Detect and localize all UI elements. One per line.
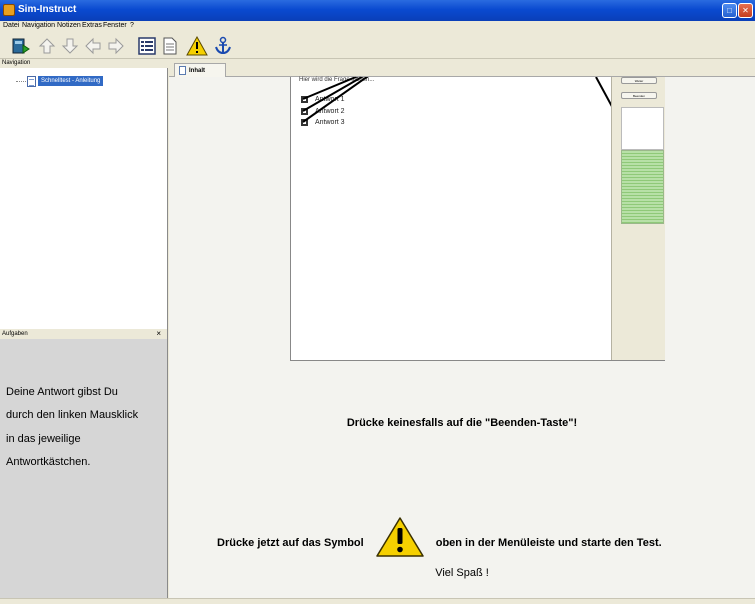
maximize-icon[interactable]: □ xyxy=(722,3,737,18)
tab-inhalt[interactable]: Inhalt xyxy=(174,63,226,77)
list-icon[interactable] xyxy=(136,35,158,57)
document-icon xyxy=(27,76,36,87)
preview-weiter-button: Weiter xyxy=(621,77,657,84)
navigation-pane: Navigation Schnelltest - Anleitung xyxy=(0,59,168,329)
menu-notizen[interactable]: Notizen xyxy=(57,22,81,29)
aufgaben-header: Aufgaben × xyxy=(0,329,168,339)
arrow-down-icon[interactable] xyxy=(59,35,81,57)
anchor-icon[interactable] xyxy=(212,35,234,57)
tree-item-schnelltest[interactable]: Schnelltest - Anleitung xyxy=(38,76,104,86)
menu-fenster[interactable]: Fenster xyxy=(103,22,127,29)
app-icon xyxy=(3,4,15,16)
start-instruction: Drücke jetzt auf das Symbol oben in der … xyxy=(217,517,662,557)
task-text-line: in das jeweilige xyxy=(6,433,81,445)
tree-connector xyxy=(16,81,26,82)
warning-message: Drücke keinesfalls auf die "Beenden-Tast… xyxy=(346,417,578,429)
navigation-tree: Schnelltest - Anleitung xyxy=(0,68,167,329)
book-exit-icon[interactable] xyxy=(10,35,32,57)
arrow-right-icon[interactable] xyxy=(105,35,127,57)
pointer-lines xyxy=(302,77,642,161)
preview-blank-panel xyxy=(621,107,664,150)
arrow-left-icon[interactable] xyxy=(82,35,104,57)
title-bar: Sim-Instruct □ ✕ xyxy=(0,0,755,21)
instruction-text-before: Drücke jetzt auf das Symbol xyxy=(217,537,364,549)
tab-label: Inhalt xyxy=(189,67,205,74)
aufgaben-title: Aufgaben xyxy=(2,331,28,337)
preview-screenshot: Hier wird die Frage stehen... Antwort 1 … xyxy=(290,77,665,361)
menu-navigation[interactable]: Navigation xyxy=(22,22,55,29)
warning-icon[interactable] xyxy=(186,35,208,57)
toolbar xyxy=(0,33,755,59)
window-title: Sim-Instruct xyxy=(18,4,77,15)
close-icon[interactable]: × xyxy=(156,329,161,339)
warning-icon xyxy=(375,517,424,557)
tab-strip: Inhalt xyxy=(169,59,755,77)
arrow-up-icon[interactable] xyxy=(36,35,58,57)
menu-bar: Datei Navigation Notizen Extras Fenster … xyxy=(0,21,755,33)
close-icon[interactable]: ✕ xyxy=(738,3,753,18)
instruction-text-after: oben in der Menüleiste und starte den Te… xyxy=(435,537,662,549)
status-bar xyxy=(0,598,755,604)
task-text-line: Antwortkästchen. xyxy=(6,456,91,468)
menu-extras[interactable]: Extras xyxy=(82,22,102,29)
menu-help[interactable]: ? xyxy=(130,22,134,29)
preview-progress-panel xyxy=(621,150,664,224)
content-area: Hier wird die Frage stehen... Antwort 1 … xyxy=(169,77,755,598)
document-icon xyxy=(179,66,186,75)
navigation-header: Navigation xyxy=(0,59,168,68)
closing-message: Viel Spaß ! xyxy=(435,567,489,579)
preview-beenden-button: Beenden xyxy=(621,92,657,99)
task-text-line: durch den linken Mausklick xyxy=(6,409,139,421)
menu-datei[interactable]: Datei xyxy=(3,22,19,29)
task-text-line: Deine Antwort gibst Du xyxy=(6,386,118,398)
page-icon[interactable] xyxy=(159,35,181,57)
preview-sidebar: Weiter Beenden xyxy=(611,77,665,360)
aufgaben-pane: Deine Antwort gibst Du durch den linken … xyxy=(0,339,168,598)
